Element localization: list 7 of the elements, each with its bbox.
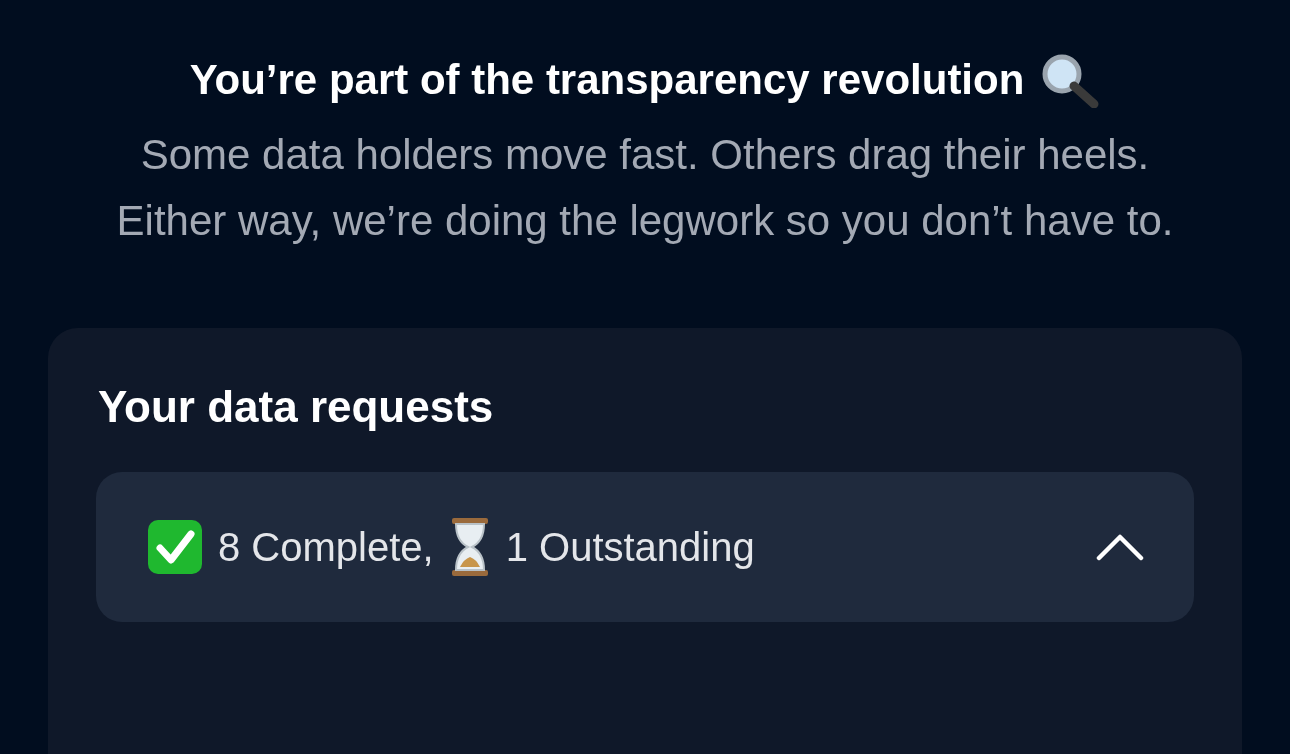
requests-summary-toggle[interactable]: 8 Complete, 1 Outstanding (96, 472, 1194, 622)
page-title: You’re part of the transparency revolution (189, 55, 1025, 105)
page-subtitle: Some data holders move fast. Others drag their heels. Either way, we’re doing the legwork so you don’t have to. (115, 130, 1175, 246)
status-count: 1 Outstanding (505, 524, 755, 570)
card-heading: Your data requests (97, 381, 495, 433)
status-count: 8 Complete, (218, 524, 434, 570)
check-icon (146, 518, 204, 576)
